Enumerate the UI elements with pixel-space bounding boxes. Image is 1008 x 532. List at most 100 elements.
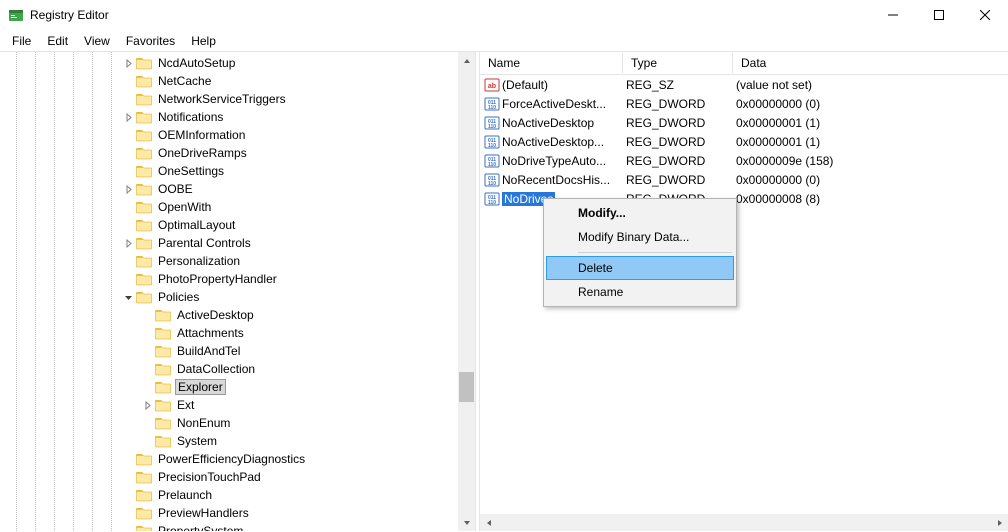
tree-item[interactable]: OEMInformation — [0, 126, 475, 144]
tree-item-label: NetCache — [156, 74, 213, 88]
values-list[interactable]: ab(Default)REG_SZ(value not set)011110Fo… — [480, 75, 1008, 208]
expander-none — [120, 127, 136, 143]
chevron-right-icon[interactable] — [120, 109, 136, 125]
tree-item-label: PreviewHandlers — [156, 506, 251, 520]
svg-text:ab: ab — [488, 83, 496, 90]
chevron-right-icon[interactable] — [139, 397, 155, 413]
chevron-right-icon[interactable] — [120, 181, 136, 197]
value-row[interactable]: ab(Default)REG_SZ(value not set) — [480, 75, 1008, 94]
expander-none — [139, 415, 155, 431]
menu-view[interactable]: View — [76, 32, 118, 50]
value-name-label: NoActiveDesktop... — [502, 135, 604, 149]
value-row[interactable]: 011110NoDriveTypeAuto...REG_DWORD0x00000… — [480, 151, 1008, 170]
tree-item[interactable]: PropertySystem — [0, 522, 475, 531]
scroll-up-icon[interactable] — [458, 52, 475, 69]
menu-file[interactable]: File — [4, 32, 39, 50]
list-horizontal-scrollbar[interactable] — [480, 514, 1008, 531]
tree-item-label: Parental Controls — [156, 236, 253, 250]
values-header: Name Type Data — [480, 52, 1008, 75]
value-row[interactable]: 011110NoActiveDesktop...REG_DWORD0x00000… — [480, 132, 1008, 151]
value-data-cell: 0x0000009e (158) — [732, 154, 1008, 168]
registry-tree[interactable]: NcdAutoSetup NetCache NetworkServiceTrigge… — [0, 52, 475, 531]
tree-vertical-scrollbar[interactable] — [458, 52, 475, 531]
tree-item[interactable]: Notifications — [0, 108, 475, 126]
tree-item-label: Personalization — [156, 254, 242, 268]
value-row[interactable]: 011110NoRecentDocsHis...REG_DWORD0x00000… — [480, 170, 1008, 189]
menu-help[interactable]: Help — [183, 32, 224, 50]
value-name-label: NoRecentDocsHis... — [502, 173, 610, 187]
chevron-right-icon[interactable] — [120, 235, 136, 251]
scroll-down-icon[interactable] — [458, 514, 475, 531]
tree-item[interactable]: Attachments — [0, 324, 475, 342]
value-name-cell: 011110NoActiveDesktop... — [480, 134, 622, 150]
tree-item[interactable]: PowerEfficiencyDiagnostics — [0, 450, 475, 468]
maximize-button[interactable] — [916, 0, 962, 30]
tree-item-label: PhotoPropertyHandler — [156, 272, 279, 286]
chevron-down-icon[interactable] — [120, 289, 136, 305]
expander-none — [120, 163, 136, 179]
context-delete[interactable]: Delete — [546, 256, 734, 280]
tree-item[interactable]: NcdAutoSetup — [0, 54, 475, 72]
column-type[interactable]: Type — [622, 53, 732, 73]
tree-item[interactable]: NetworkServiceTriggers — [0, 90, 475, 108]
scroll-thumb[interactable] — [459, 372, 474, 402]
context-modify[interactable]: Modify... — [546, 201, 734, 225]
tree-item[interactable]: PrecisionTouchPad — [0, 468, 475, 486]
tree-item[interactable]: NonEnum — [0, 414, 475, 432]
value-row[interactable]: 011110ForceActiveDeskt...REG_DWORD0x0000… — [480, 94, 1008, 113]
expander-none — [120, 505, 136, 521]
tree-item-label: NonEnum — [175, 416, 232, 430]
app-icon — [8, 7, 24, 23]
tree-item[interactable]: System — [0, 432, 475, 450]
tree-item[interactable]: BuildAndTel — [0, 342, 475, 360]
tree-item[interactable]: Prelaunch — [0, 486, 475, 504]
tree-item-label: DataCollection — [175, 362, 257, 376]
expander-none — [120, 73, 136, 89]
expander-none — [139, 379, 155, 395]
tree-item[interactable]: PhotoPropertyHandler — [0, 270, 475, 288]
tree-item-label: OneDriveRamps — [156, 146, 249, 160]
tree-item-label: BuildAndTel — [175, 344, 242, 358]
tree-item[interactable]: Policies — [0, 288, 475, 306]
menu-edit[interactable]: Edit — [39, 32, 76, 50]
scroll-right-icon[interactable] — [991, 514, 1008, 531]
tree-item[interactable]: OneDriveRamps — [0, 144, 475, 162]
window-controls — [870, 0, 1008, 30]
tree-item-label: NcdAutoSetup — [156, 56, 237, 70]
context-rename[interactable]: Rename — [546, 280, 734, 304]
tree-item[interactable]: Parental Controls — [0, 234, 475, 252]
value-data-cell: 0x00000008 (8) — [732, 192, 1008, 206]
tree-item-label: ActiveDesktop — [175, 308, 256, 322]
tree-item[interactable]: PreviewHandlers — [0, 504, 475, 522]
svg-text:110: 110 — [488, 162, 496, 168]
tree-item[interactable]: Explorer — [0, 378, 475, 396]
column-name[interactable]: Name — [480, 53, 622, 73]
tree-item[interactable]: ActiveDesktop — [0, 306, 475, 324]
chevron-right-icon[interactable] — [120, 55, 136, 71]
expander-none — [120, 253, 136, 269]
value-data-cell: 0x00000001 (1) — [732, 135, 1008, 149]
close-button[interactable] — [962, 0, 1008, 30]
tree-item[interactable]: DataCollection — [0, 360, 475, 378]
scroll-track[interactable] — [497, 514, 991, 531]
tree-item[interactable]: Ext — [0, 396, 475, 414]
menu-favorites[interactable]: Favorites — [118, 32, 183, 50]
tree-item[interactable]: OptimalLayout — [0, 216, 475, 234]
tree-item[interactable]: NetCache — [0, 72, 475, 90]
tree-item-label: OpenWith — [156, 200, 213, 214]
tree-item[interactable]: OOBE — [0, 180, 475, 198]
minimize-button[interactable] — [870, 0, 916, 30]
tree-item-label: Attachments — [175, 326, 246, 340]
scroll-left-icon[interactable] — [480, 514, 497, 531]
tree-item-label: OneSettings — [156, 164, 226, 178]
value-row[interactable]: 011110NoActiveDesktopREG_DWORD0x00000001… — [480, 113, 1008, 132]
value-data-cell: 0x00000000 (0) — [732, 173, 1008, 187]
tree-item[interactable]: Personalization — [0, 252, 475, 270]
tree-item-label: PowerEfficiencyDiagnostics — [156, 452, 307, 466]
tree-item[interactable]: OneSettings — [0, 162, 475, 180]
column-data[interactable]: Data — [732, 53, 1008, 73]
value-type-cell: REG_DWORD — [622, 97, 732, 111]
tree-item-label: Ext — [175, 398, 196, 412]
tree-item[interactable]: OpenWith — [0, 198, 475, 216]
context-modify-binary[interactable]: Modify Binary Data... — [546, 225, 734, 249]
